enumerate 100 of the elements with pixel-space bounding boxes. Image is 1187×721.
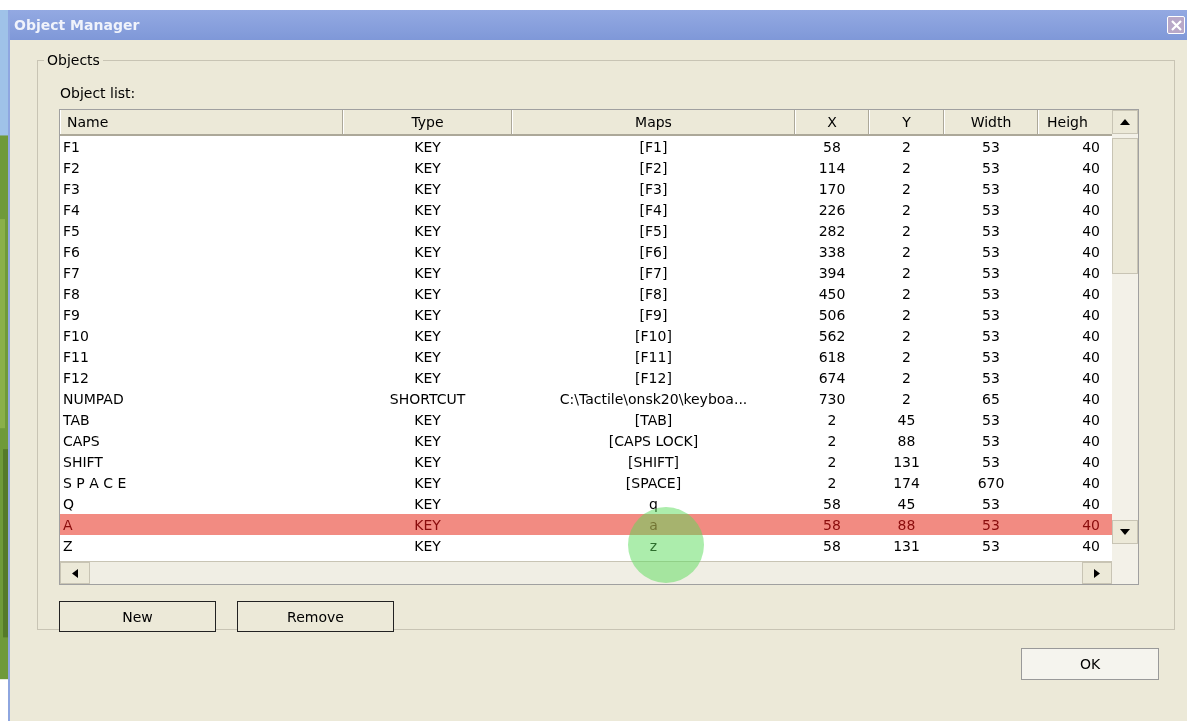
table-cell-text: 674 [817,369,847,386]
table-cell-text: KEY [413,369,442,386]
table-cell-text: 670 [976,474,1006,491]
table-row[interactable]: F10 KEY [F10] 562 2 53 40 [60,325,1112,346]
scroll-left-button[interactable] [60,562,90,584]
table-cell-text: 2 [826,432,838,449]
column-header[interactable]: Width [944,110,1038,134]
table-cell-text: 53 [981,495,1001,512]
table-cell-text: 40 [1081,306,1101,323]
table-cell-text: 53 [981,516,1001,533]
table-cell-text: 53 [981,432,1001,449]
scroll-up-button[interactable] [1112,110,1138,134]
table-row[interactable]: F1 KEY [F1] 58 2 53 40 [60,136,1112,157]
table-cell-text: 730 [817,390,847,407]
table-cell-text: 88 [896,432,917,449]
table-cell-text: TAB [62,411,91,428]
scroll-down-button[interactable] [1112,520,1138,544]
table-row[interactable]: NUMPAD SHORTCUT C:\Tactile\onsk20\keyboa... 730 2 65 40 [60,388,1112,409]
table-row[interactable]: F7 KEY [F7] 394 2 53 40 [60,262,1112,283]
table-cell-text: KEY [413,327,442,344]
table-cell-text: 2 [901,348,912,365]
table-cell-text: 40 [1081,411,1101,428]
table-row[interactable]: F9 KEY [F9] 506 2 53 40 [60,304,1112,325]
table-cell-text: 226 [817,201,847,218]
table-row[interactable]: TAB KEY [TAB] 2 45 53 40 [60,409,1112,430]
table-cell-text: F9 [62,306,81,323]
dialog-button[interactable]: New [59,601,216,632]
table-cell-text: 40 [1081,159,1101,176]
table-row[interactable]: A KEY a 58 88 53 40 [60,514,1112,535]
table-cell-text: C:\Tactile\onsk20\keyboa... [558,390,749,407]
table-cell-text: 40 [1081,432,1101,449]
table-cell-text: 40 [1081,201,1101,218]
table-cell-text: KEY [413,159,442,176]
dialog-button[interactable]: Remove [237,601,394,632]
table-cell-text: 88 [896,516,917,533]
table-row[interactable]: CAPS KEY [CAPS LOCK] 2 88 53 40 [60,430,1112,451]
table-cell-text: 450 [817,285,847,302]
table-cell-text: [F3] [638,180,669,197]
column-header[interactable]: Name [60,110,343,134]
table-cell-text: 394 [817,264,847,281]
table-row[interactable]: F8 KEY [F8] 450 2 53 40 [60,283,1112,304]
right-arrow-icon [1094,568,1100,578]
table-cell-text: 40 [1081,180,1101,197]
column-header[interactable]: Type [343,110,512,134]
vertical-scrollbar[interactable] [1112,110,1138,584]
table-cell-text: 53 [981,453,1001,470]
table-row[interactable]: F12 KEY [F12] 674 2 53 40 [60,367,1112,388]
table-cell-text: F11 [62,348,90,365]
table-cell-text: KEY [413,537,442,554]
table-cell-text: 2 [901,327,912,344]
scroll-right-button[interactable] [1082,562,1112,584]
column-header[interactable]: X [795,110,869,134]
table-cell-text: KEY [413,285,442,302]
column-header[interactable]: Maps [512,110,795,134]
window-title: Object Manager [14,17,140,33]
table-cell-text: KEY [413,306,442,323]
table-cell-text: [F9] [638,306,669,323]
table-cell-text: 53 [981,411,1001,428]
table-row[interactable]: F6 KEY [F6] 338 2 53 40 [60,241,1112,262]
table-row[interactable]: S P A C E KEY [SPACE] 2 174 670 40 [60,472,1112,493]
table-cell-text: KEY [413,138,442,155]
table-cell-text: [F12] [634,369,673,386]
table-cell-text: F4 [62,201,81,218]
table-row[interactable]: Q KEY q 58 45 53 40 [60,493,1112,514]
table-row[interactable]: F11 KEY [F11] 618 2 53 40 [60,346,1112,367]
table-row[interactable]: F2 KEY [F2] 114 2 53 40 [60,157,1112,178]
ok-button[interactable]: OK [1021,648,1159,680]
table-cell-text: [F2] [638,159,669,176]
column-header[interactable]: Y [869,110,944,134]
horizontal-scrollbar[interactable] [60,561,1112,584]
table-cell-text: 562 [817,327,847,344]
table-cell-text: KEY [413,453,442,470]
table-cell-text: KEY [413,264,442,281]
table-cell-text: KEY [413,495,442,512]
table-cell-text: 40 [1081,390,1101,407]
table-cell-text: 40 [1081,537,1101,554]
table-cell-text: 40 [1081,264,1101,281]
table-row[interactable]: F3 KEY [F3] 170 2 53 40 [60,178,1112,199]
table-row[interactable]: F5 KEY [F5] 282 2 53 40 [60,220,1112,241]
table-cell-text: [F11] [634,348,673,365]
table-row[interactable]: SHIFT KEY [SHIFT] 2 131 53 40 [60,451,1112,472]
table-row[interactable]: Z KEY z 58 131 53 40 [60,535,1112,556]
table-cell-text: KEY [413,243,442,260]
table-cell-text: 58 [822,516,842,533]
table-cell-text: KEY [413,222,442,239]
table-cell-text: 53 [981,369,1001,386]
table-cell-text: z [648,537,659,554]
table-cell-text: [F10] [634,327,673,344]
table-cell-text: [SPACE] [624,474,683,491]
table-cell-text: 53 [981,159,1001,176]
table-cell-text: KEY [413,180,442,197]
table-cell-text: 2 [826,411,838,428]
table-cell-text: 40 [1081,474,1101,491]
table-cell-text: 618 [817,348,847,365]
scroll-thumb[interactable] [1112,138,1138,274]
table-cell-text: 131 [892,453,921,470]
table-cell-text: 58 [822,495,842,512]
table-cell-text: 131 [892,537,921,554]
table-cell-text: F7 [62,264,81,281]
table-row[interactable]: F4 KEY [F4] 226 2 53 40 [60,199,1112,220]
